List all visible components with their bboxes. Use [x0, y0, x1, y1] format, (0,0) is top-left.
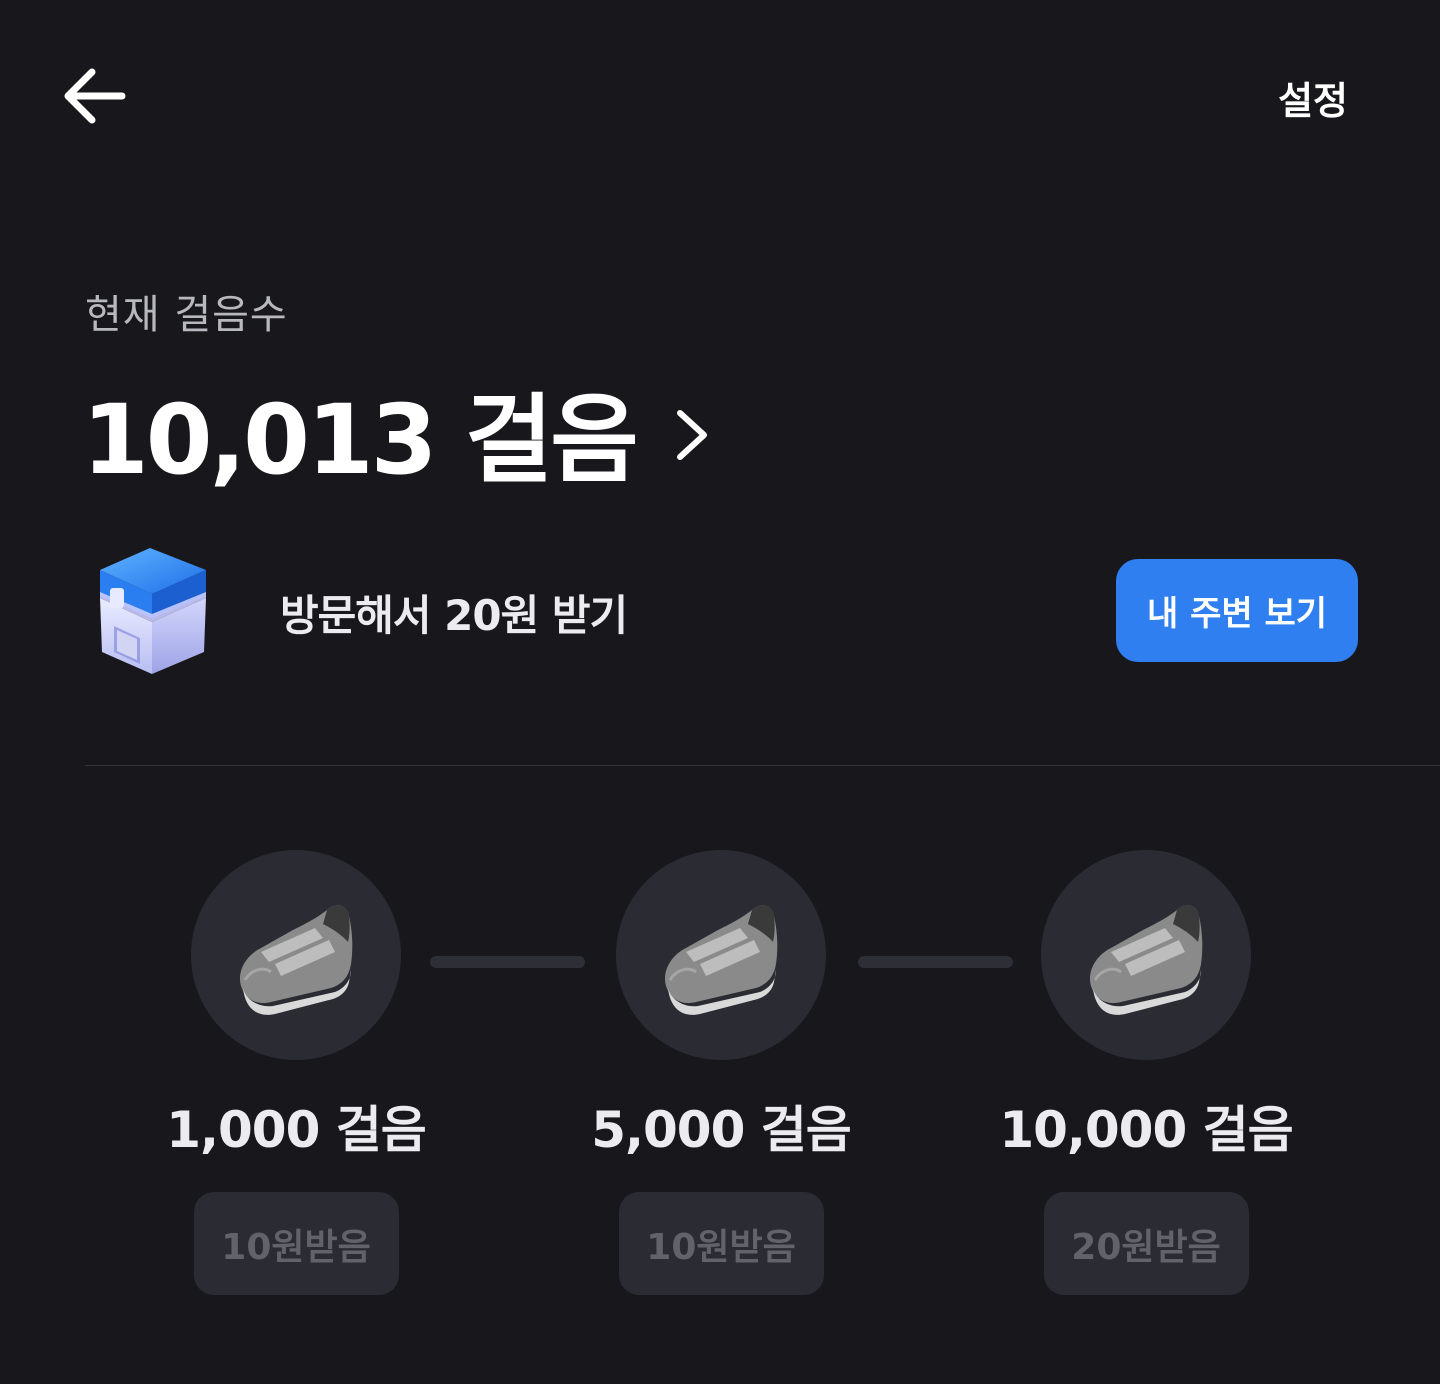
milestone-icon-circle — [191, 850, 401, 1060]
current-steps-value: 10,013 걸음 — [82, 384, 639, 496]
milestone-reward-button[interactable]: 20원받음 — [1043, 1192, 1249, 1295]
settings-button[interactable]: 설정 — [1278, 70, 1348, 125]
shoe-icon — [664, 905, 778, 1015]
section-divider — [85, 765, 1440, 766]
milestone-1000: 1,000 걸음 10원받음 — [136, 850, 456, 1295]
chevron-right-icon — [672, 405, 712, 465]
step-reward-screen: 설정 현재 걸음수 10,013 걸음 방문해서 20원 받기 내 주변 보기 … — [0, 0, 1440, 1384]
current-steps-label: 현재 걸음수 — [85, 292, 288, 338]
view-nearby-button[interactable]: 내 주변 보기 — [1116, 559, 1358, 662]
back-button[interactable] — [56, 56, 146, 136]
visit-reward-row: 방문해서 20원 받기 내 주변 보기 — [90, 540, 1358, 680]
milestone-icon-circle — [616, 850, 826, 1060]
milestone-reward-button[interactable]: 10원받음 — [193, 1192, 399, 1295]
milestone-label: 1,000 걸음 — [166, 1101, 427, 1159]
visit-reward-text: 방문해서 20원 받기 — [280, 591, 628, 640]
arrow-left-icon — [64, 68, 126, 124]
milestone-5000: 5,000 걸음 10원받음 — [561, 850, 881, 1295]
milestone-label: 10,000 걸음 — [999, 1101, 1293, 1159]
current-steps-link[interactable]: 10,013 걸음 — [82, 362, 712, 501]
milestone-reward-button[interactable]: 10원받음 — [618, 1192, 824, 1295]
milestone-icon-circle — [1041, 850, 1251, 1060]
shoe-icon — [1089, 905, 1203, 1015]
store-icon — [90, 540, 220, 680]
shoe-icon — [239, 905, 353, 1015]
milestone-label: 5,000 걸음 — [591, 1101, 852, 1159]
milestone-10000: 10,000 걸음 20원받음 — [986, 850, 1306, 1295]
